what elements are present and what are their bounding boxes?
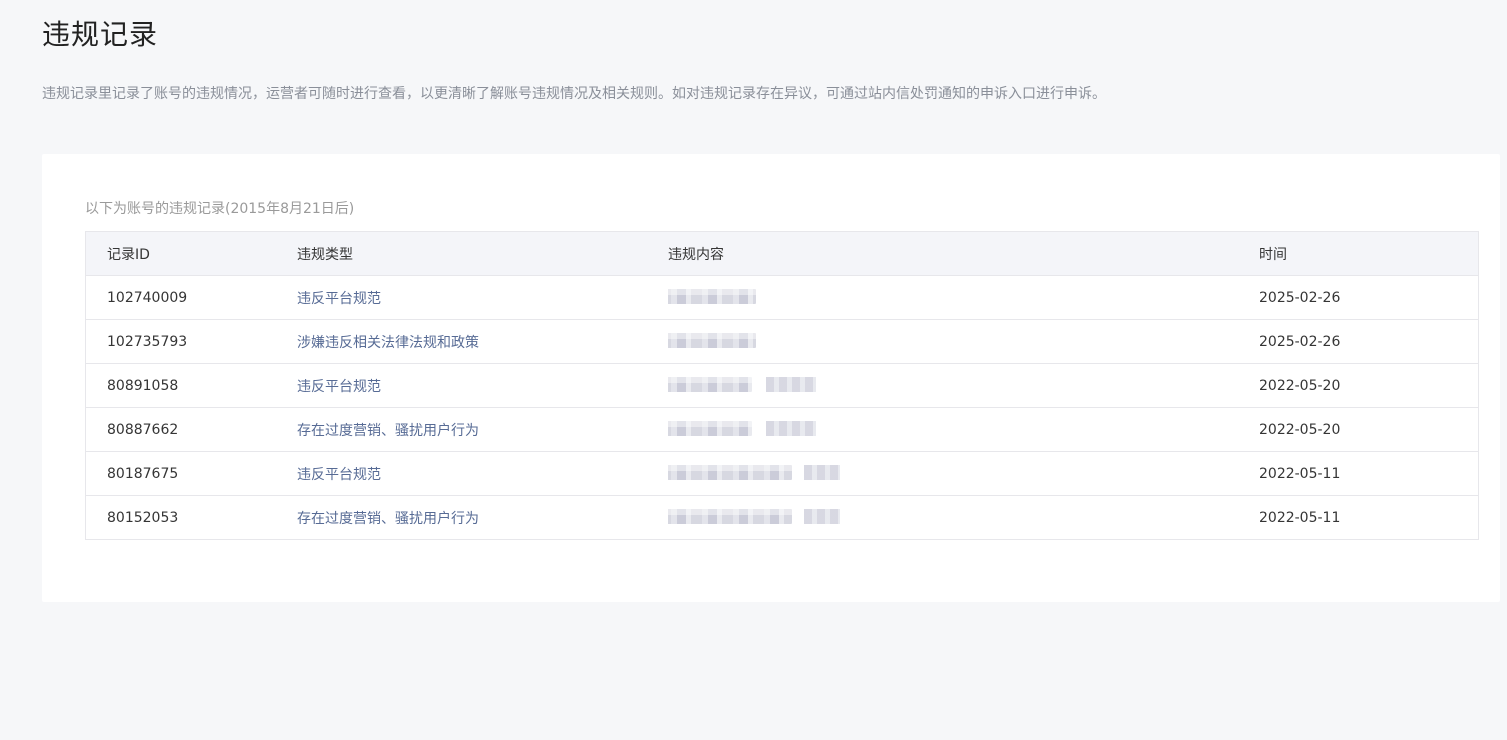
header-violation-type: 违规类型	[297, 231, 668, 276]
violation-type-link[interactable]: 违反平台规范	[297, 275, 668, 320]
record-time: 2022-05-20	[1259, 363, 1479, 408]
record-time: 2022-05-11	[1259, 451, 1479, 496]
violation-type-link[interactable]: 存在过度营销、骚扰用户行为	[297, 407, 668, 452]
record-id: 80891058	[85, 363, 297, 408]
record-id: 80187675	[85, 451, 297, 496]
table-row: 102740009 违反平台规范 2025-02-26	[85, 275, 1479, 320]
violation-content-redacted	[668, 496, 1259, 540]
record-id: 80152053	[107, 509, 179, 526]
record-id: 80887662	[85, 407, 297, 452]
record-time: 2025-02-26	[1259, 275, 1479, 320]
table-row: 80891058 违反平台规范 2022-05-20	[85, 363, 1479, 408]
record-time: 2025-02-26	[1259, 319, 1479, 364]
violation-records-table: 记录ID 违规类型 违规内容 时间 102740009 违反平台规范 2025-…	[85, 231, 1479, 540]
header-violation-content: 违规内容	[668, 231, 1259, 276]
violation-content-redacted	[668, 407, 1259, 452]
table-row: 80887662 存在过度营销、骚扰用户行为 2022-05-20	[85, 407, 1479, 452]
violation-content-redacted	[668, 319, 1259, 364]
table-row: 80187675 违反平台规范 2022-05-11	[85, 451, 1479, 496]
page-description: 违规记录里记录了账号的违规情况，运营者可随时进行查看，以更清晰了解账号违规情况及…	[42, 86, 1106, 102]
header-time: 时间	[1259, 231, 1479, 276]
record-time: 2022-05-11	[1259, 509, 1341, 526]
page-title: 违规记录	[42, 18, 159, 51]
table-row: 102735793 涉嫌违反相关法律法规和政策 2025-02-26	[85, 319, 1479, 364]
violation-records-card: 以下为账号的违规记录(2015年8月21日后) 记录ID 违规类型 违规内容 时…	[42, 154, 1500, 602]
table-row: 80152053 存在过度营销、骚扰用户行为 2022-05-11	[86, 496, 1479, 540]
violation-type-link[interactable]: 涉嫌违反相关法律法规和政策	[297, 319, 668, 364]
violation-content-redacted	[668, 363, 1259, 408]
record-time: 2022-05-20	[1259, 407, 1479, 452]
violation-content-redacted	[668, 275, 1259, 320]
violation-type-link[interactable]: 违反平台规范	[297, 363, 668, 408]
table-caption: 以下为账号的违规记录(2015年8月21日后)	[85, 201, 355, 217]
record-id: 102740009	[85, 275, 297, 320]
record-id: 102735793	[85, 319, 297, 364]
header-record-id: 记录ID	[85, 231, 297, 276]
violation-type-link[interactable]: 违反平台规范	[297, 451, 668, 496]
violation-type-link[interactable]: 存在过度营销、骚扰用户行为	[297, 496, 668, 540]
violation-content-redacted	[668, 451, 1259, 496]
table-header-row: 记录ID 违规类型 违规内容 时间	[85, 231, 1479, 276]
